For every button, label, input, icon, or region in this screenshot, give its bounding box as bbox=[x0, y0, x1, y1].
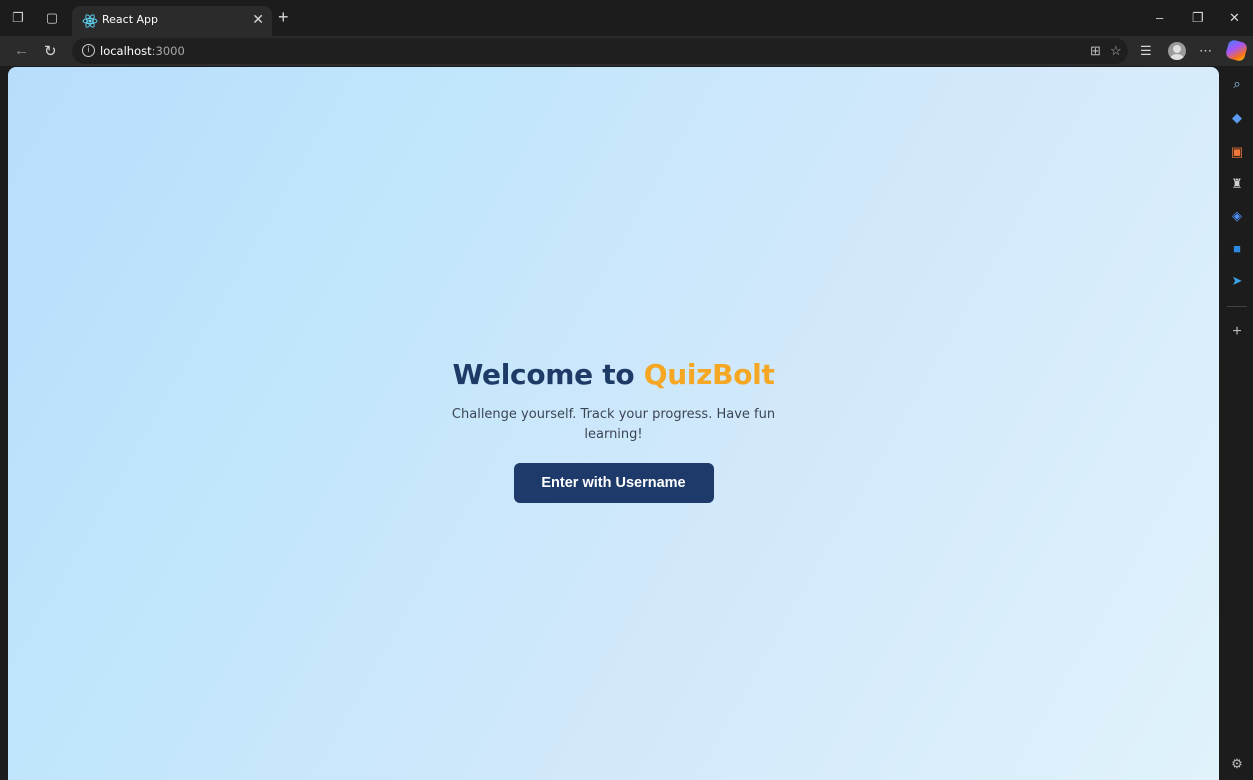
page-subtitle: Challenge yourself. Track your progress.… bbox=[451, 407, 776, 442]
tag-icon[interactable]: ◆ bbox=[1229, 110, 1245, 126]
react-icon bbox=[82, 14, 98, 28]
welcome-hero: Welcome to QuizBolt Challenge yourself. … bbox=[8, 355, 1219, 503]
sidebar-divider bbox=[1227, 306, 1247, 307]
immersive-reader-icon[interactable]: ⊞ bbox=[1090, 43, 1101, 59]
chess-icon[interactable]: ♜ bbox=[1229, 176, 1245, 192]
copilot-icon[interactable] bbox=[1224, 38, 1249, 63]
enter-with-username-button[interactable]: Enter with Username bbox=[513, 463, 714, 503]
restore-icon[interactable]: ❐ bbox=[1192, 10, 1204, 26]
browser-tab[interactable]: React App ✕ bbox=[72, 6, 272, 36]
workspaces-icon[interactable]: ❐ bbox=[10, 10, 26, 26]
search-icon[interactable]: ⌕ bbox=[1229, 76, 1245, 92]
toolbox-icon[interactable]: ▣ bbox=[1229, 144, 1245, 160]
edge-sidebar: ⌕ ◆ ▣ ♜ ◈ ■ ➤ + ⚙ bbox=[1221, 66, 1253, 780]
back-icon[interactable]: ← bbox=[14, 42, 29, 59]
tab-close-icon[interactable]: ✕ bbox=[252, 11, 264, 28]
telegram-icon[interactable]: ➤ bbox=[1229, 273, 1245, 289]
url-text[interactable]: localhost:3000 bbox=[100, 44, 185, 58]
page-title: Welcome to QuizBolt bbox=[8, 355, 1219, 395]
browser-toolbar: ← ↻ i localhost:3000 ⊞ ☆ ☰ ⋯ bbox=[0, 36, 1253, 66]
title-prefix: Welcome to bbox=[452, 358, 644, 391]
brand-name: QuizBolt bbox=[643, 358, 775, 391]
site-info-icon[interactable]: i bbox=[82, 44, 95, 57]
minimize-icon[interactable]: – bbox=[1156, 10, 1163, 25]
close-icon[interactable]: ✕ bbox=[1229, 10, 1240, 26]
m365-icon[interactable]: ◈ bbox=[1229, 208, 1245, 224]
settings-icon[interactable]: ⚙ bbox=[1229, 756, 1245, 772]
favorite-star-icon[interactable]: ☆ bbox=[1110, 43, 1122, 59]
profile-avatar[interactable] bbox=[1168, 42, 1186, 60]
new-tab-icon[interactable]: + bbox=[278, 8, 289, 26]
address-bar[interactable]: i localhost:3000 ⊞ ☆ bbox=[72, 38, 1128, 64]
more-options-icon[interactable]: ⋯ bbox=[1199, 43, 1212, 59]
favorites-icon[interactable]: ☰ bbox=[1140, 43, 1152, 59]
refresh-icon[interactable]: ↻ bbox=[44, 42, 57, 60]
tab-actions-icon[interactable]: ▢ bbox=[44, 10, 60, 26]
plus-icon[interactable]: + bbox=[1229, 324, 1245, 340]
tab-title: React App bbox=[102, 13, 159, 26]
outlook-icon[interactable]: ■ bbox=[1229, 241, 1245, 257]
title-bar: ❐ ▢ React App ✕ + – ❐ ✕ bbox=[0, 0, 1253, 36]
page-viewport: Welcome to QuizBolt Challenge yourself. … bbox=[8, 67, 1219, 780]
